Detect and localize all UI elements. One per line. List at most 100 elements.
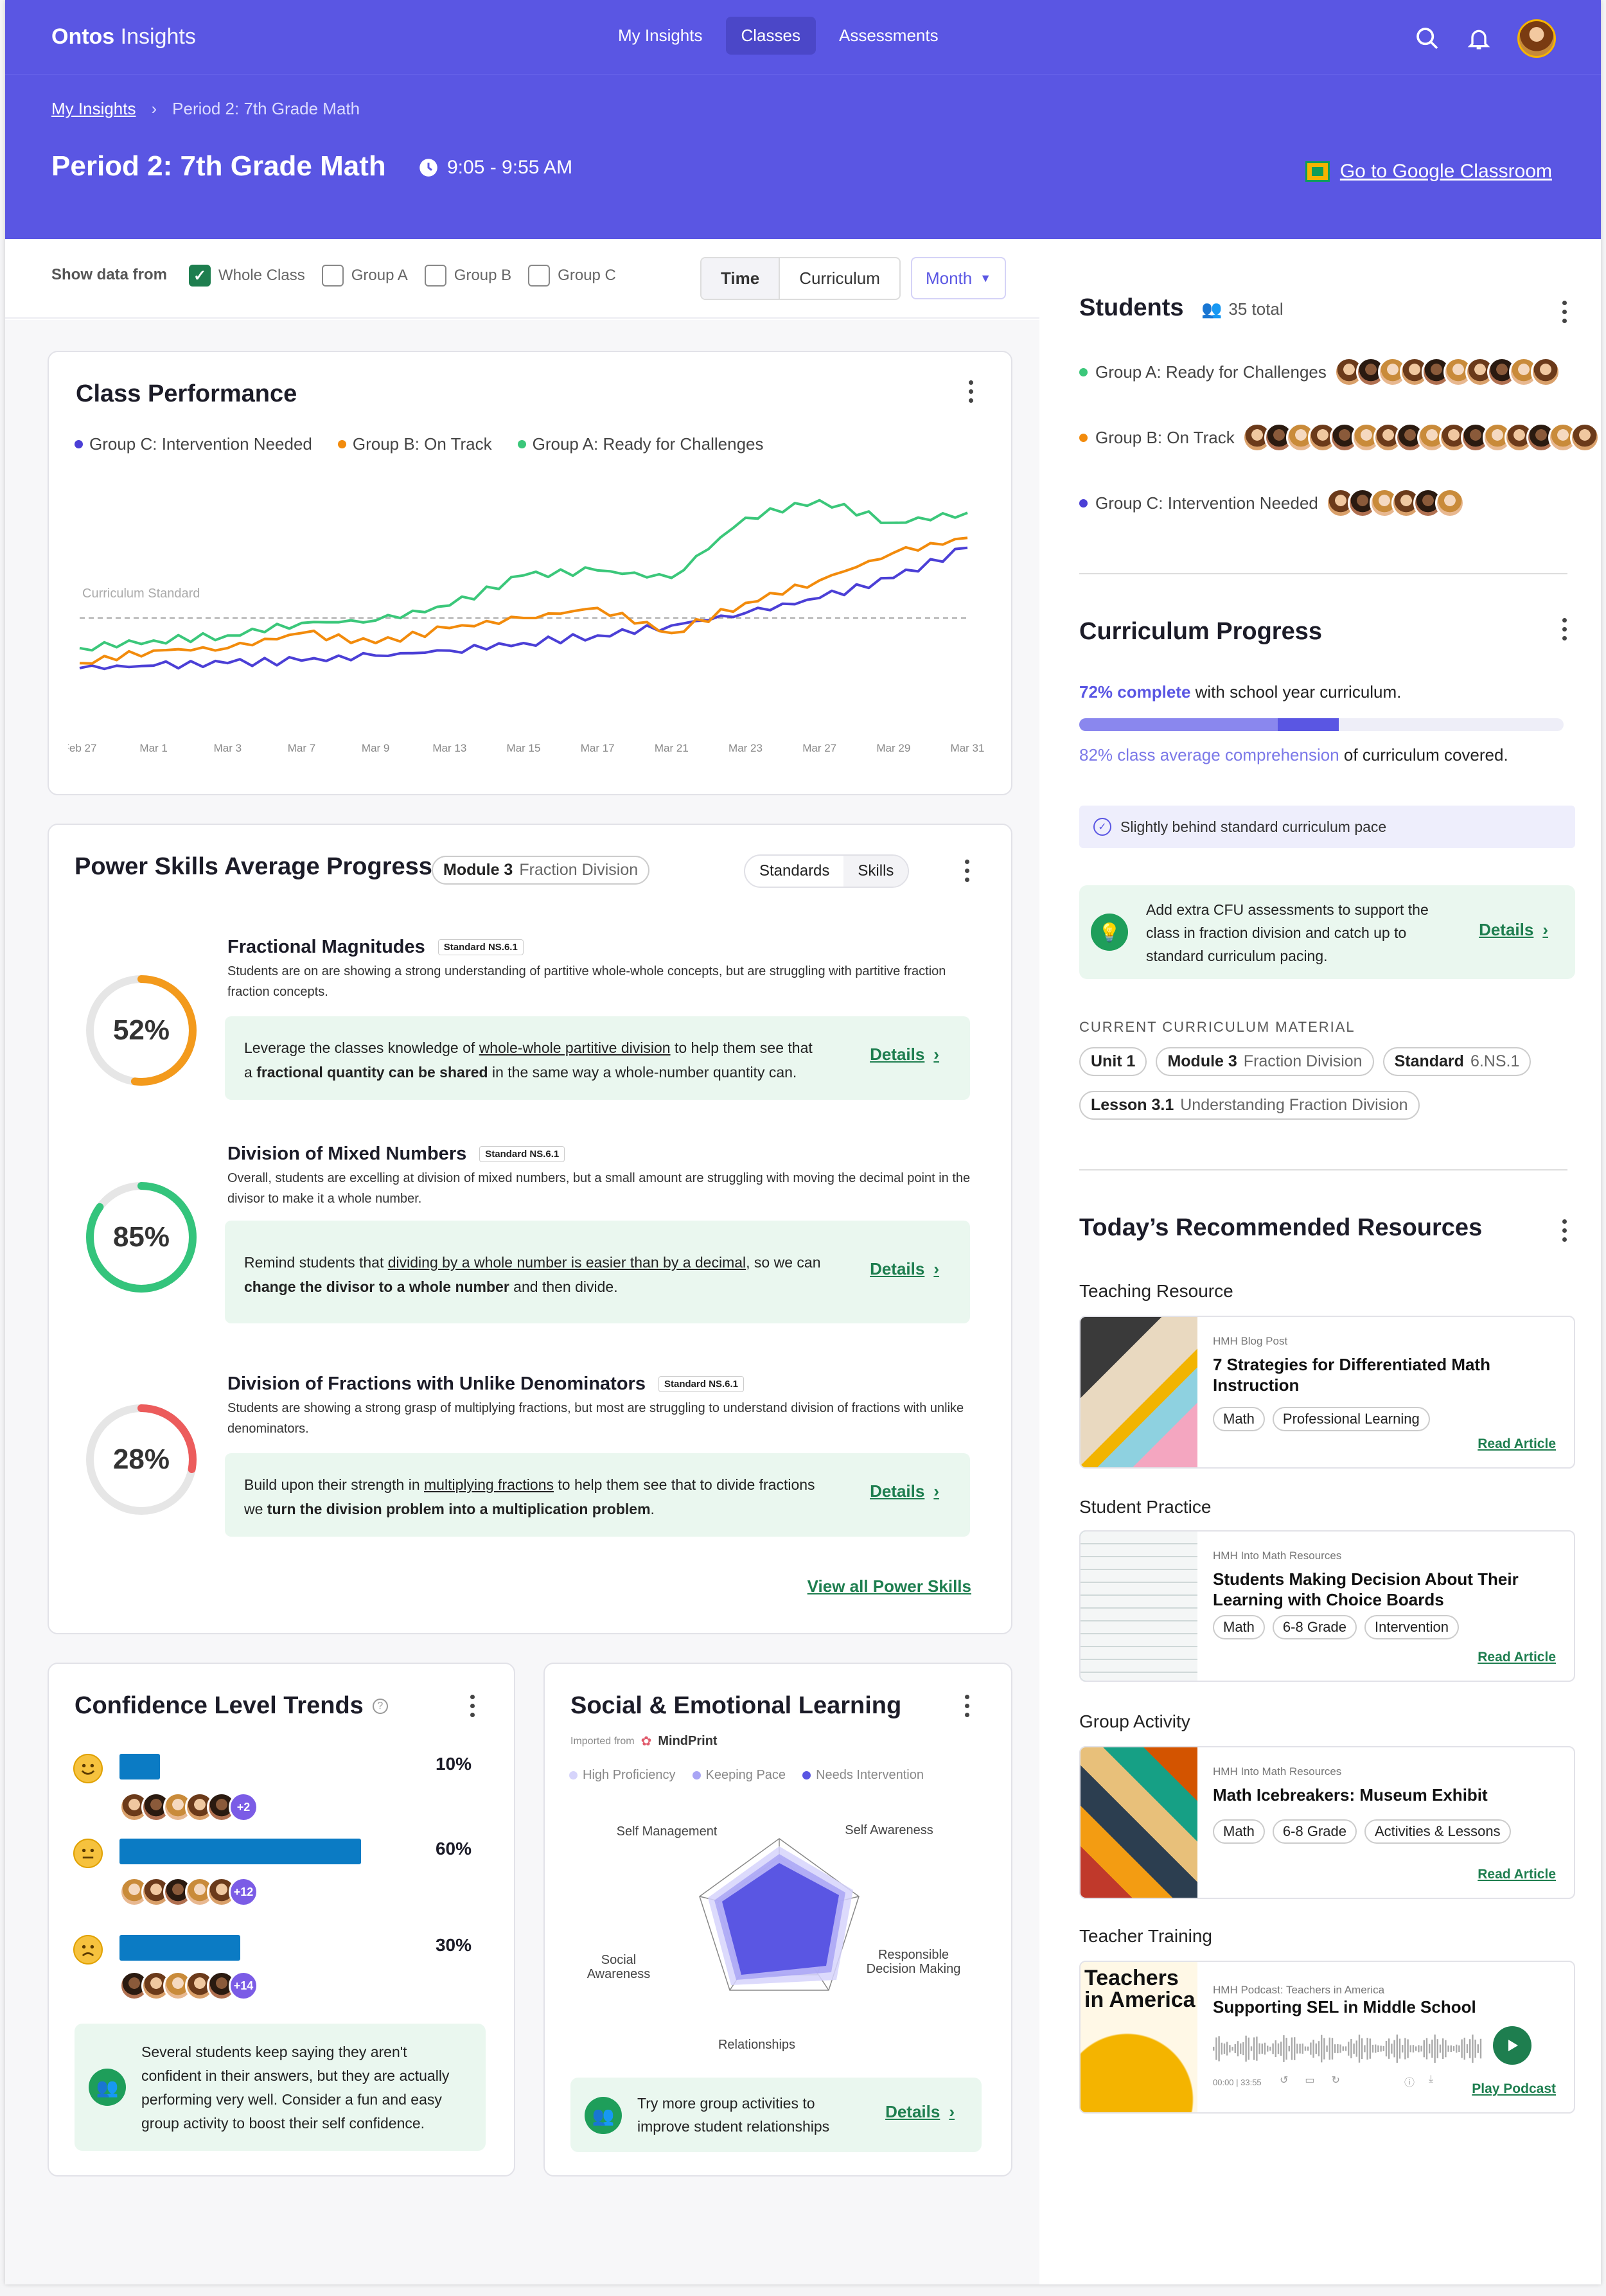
wave-bar [1307, 2046, 1309, 2051]
wave-bar [1461, 2039, 1463, 2058]
resource-category: Student Practice [1079, 1497, 1212, 1517]
nav-tab-assessments[interactable]: Assessments [824, 17, 954, 55]
wave-bar [1248, 2037, 1249, 2060]
read-article-link[interactable]: Read Article [1478, 1650, 1556, 1665]
podcast-thumbnail: Teachers in America [1081, 1962, 1197, 2112]
brand-logo[interactable]: Ontos Insights [51, 24, 196, 49]
view-all-power-skills-link[interactable]: View all Power Skills [807, 1576, 971, 1596]
student-avatar[interactable] [1530, 357, 1560, 387]
more-options-icon[interactable] [965, 1695, 970, 1717]
resource-card[interactable]: HMH Into Math Resources Math Icebreakers… [1079, 1746, 1575, 1899]
nav-tab-my-insights[interactable]: My Insights [603, 17, 718, 55]
student-avatars[interactable]: +2 [119, 1792, 258, 1822]
wave-bar [1331, 2038, 1334, 2060]
search-icon[interactable] [1415, 26, 1440, 51]
wave-bar [1229, 2045, 1231, 2053]
filter-whole-class[interactable]: ✓ Whole Class [189, 265, 305, 287]
student-avatar[interactable] [1569, 423, 1600, 452]
download-icon[interactable]: ⤓ [1429, 2074, 1433, 2089]
play-podcast-link[interactable]: Play Podcast [1472, 2081, 1556, 2097]
confidence-bar [119, 1935, 240, 1961]
checkbox-checked[interactable]: ✓ [189, 265, 211, 287]
help-icon[interactable]: ? [372, 1698, 388, 1714]
section-title: Curriculum Progress [1079, 618, 1322, 645]
more-options-icon[interactable] [965, 860, 970, 882]
wave-bar [1280, 2042, 1282, 2056]
toggle-time[interactable]: Time [702, 258, 781, 299]
play-button[interactable] [1493, 2026, 1531, 2065]
resource-title: 7 Strategies for Differentiated Math Ins… [1213, 1355, 1490, 1395]
student-avatars[interactable] [1325, 488, 1465, 518]
wave-bar [1450, 2045, 1452, 2053]
resource-card[interactable]: HMH Into Math Resources Students Making … [1079, 1530, 1575, 1682]
student-avatar[interactable] [1434, 488, 1465, 518]
wave-bar [1215, 2037, 1217, 2060]
filter-group-c[interactable]: Group C [528, 265, 616, 287]
read-article-link[interactable]: Read Article [1478, 1867, 1556, 1882]
skill-title: Fractional Magnitudes Standard NS.6.1 [227, 937, 524, 958]
toggle-standards[interactable]: Standards [745, 856, 843, 887]
student-avatars[interactable]: +12 [119, 1877, 258, 1907]
chevron-right-icon: › [1542, 920, 1548, 939]
wave-bar [1285, 2037, 1287, 2060]
student-group-b[interactable]: Group B: On Track [1079, 423, 1600, 452]
section-title: Students [1079, 294, 1184, 321]
filter-group-b[interactable]: Group B [424, 265, 511, 287]
lightbulb-icon: 💡 [1091, 914, 1128, 951]
toggle-skills[interactable]: Skills [843, 856, 908, 887]
breadcrumb-root[interactable]: My Insights [51, 99, 136, 119]
details-link[interactable]: Details › [870, 1481, 939, 1501]
student-group-a[interactable]: Group A: Ready for Challenges [1079, 357, 1560, 387]
wave-bar [1223, 2043, 1226, 2054]
x-tick-label: Mar 15 [507, 742, 541, 754]
student-avatars[interactable]: +14 [119, 1971, 258, 2000]
filter-group-a[interactable]: Group A [321, 265, 408, 287]
wave-bar [1245, 2035, 1247, 2062]
more-options-icon[interactable] [1562, 301, 1567, 323]
google-classroom-link[interactable]: Go to Google Classroom [1305, 161, 1552, 182]
chevron-right-icon: › [151, 99, 157, 118]
more-options-icon[interactable] [1562, 618, 1567, 640]
group-icon: 👥 [585, 2097, 622, 2134]
nav-tab-classes[interactable]: Classes [725, 17, 816, 55]
card-title: Social & Emotional Learning [570, 1692, 902, 1719]
read-article-link[interactable]: Read Article [1478, 1436, 1556, 1452]
details-link[interactable]: Details › [885, 2102, 955, 2122]
checkbox[interactable] [321, 265, 344, 287]
wave-bar [1463, 2037, 1465, 2060]
student-avatars[interactable] [1242, 423, 1600, 452]
checkbox[interactable] [528, 265, 551, 287]
more-options-icon[interactable] [969, 380, 974, 403]
chip-module[interactable]: Module 3 Fraction Division [1156, 1047, 1374, 1076]
chip-unit[interactable]: Unit 1 [1079, 1047, 1147, 1076]
bar-comprehension-fill [1278, 718, 1339, 731]
right-sidebar: Students 👥 35 total Group A: Ready for Ch… [1041, 239, 1601, 2284]
chip-lesson[interactable]: Lesson 3.1 Understanding Fraction Divisio… [1079, 1091, 1420, 1120]
details-link[interactable]: Details › [870, 1045, 939, 1064]
more-options-icon[interactable] [1562, 1219, 1567, 1242]
wave-bar [1283, 2035, 1285, 2062]
legend-item: Group C: Intervention Needed [75, 434, 312, 454]
resource-source: HMH Podcast: Teachers in America [1213, 1984, 1385, 1996]
period-select[interactable]: Month ▼ [911, 257, 1006, 299]
checkbox[interactable] [424, 265, 446, 287]
play-icon [1508, 2040, 1518, 2051]
bell-icon[interactable] [1466, 26, 1492, 51]
info-icon[interactable]: ⓘ [1404, 2074, 1415, 2089]
skill-tip: Leverage the classes knowledge of whole-… [225, 1016, 970, 1100]
wave-bar [1369, 2038, 1371, 2059]
user-avatar[interactable] [1517, 19, 1556, 58]
student-group-c[interactable]: Group C: Intervention Needed [1079, 488, 1465, 518]
chip-standard[interactable]: Standard 6.NS.1 [1382, 1047, 1531, 1076]
axis-label: Relationships [718, 2038, 796, 2052]
forward-icon[interactable]: ↻ [1332, 2074, 1340, 2087]
rewind-icon[interactable]: ↺ [1280, 2074, 1288, 2087]
resource-card[interactable]: Teachers in America HMH Podcast: Teacher… [1079, 1961, 1575, 2114]
more-options-icon[interactable] [470, 1695, 475, 1717]
details-link[interactable]: Details › [870, 1259, 939, 1279]
student-avatars[interactable] [1334, 357, 1560, 387]
details-link[interactable]: Details › [1479, 920, 1548, 940]
toggle-curriculum[interactable]: Curriculum [780, 258, 899, 299]
captions-icon[interactable]: ▭ [1305, 2074, 1314, 2087]
resource-card[interactable]: HMH Blog Post 7 Strategies for Different… [1079, 1316, 1575, 1469]
